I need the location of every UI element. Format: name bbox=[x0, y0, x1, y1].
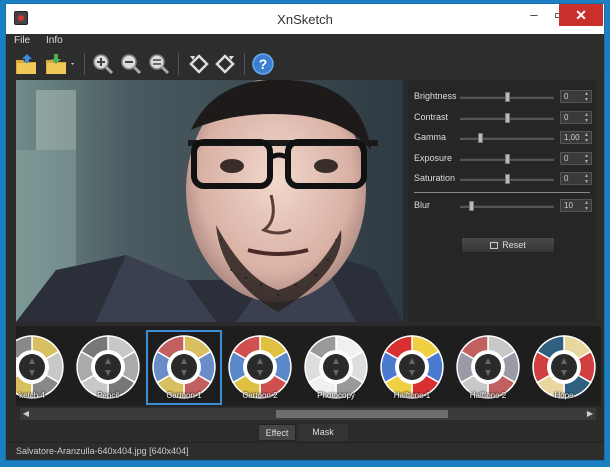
zoom-out-icon[interactable] bbox=[146, 52, 172, 76]
close-button[interactable]: ✕ bbox=[559, 4, 603, 26]
effect-label: Halftone 1 bbox=[393, 391, 431, 400]
save-icon[interactable] bbox=[44, 52, 74, 76]
effect-label: Pencil bbox=[97, 391, 119, 400]
effect-thumbnail[interactable]: Halftone 1 bbox=[376, 332, 448, 403]
rotate-left-icon[interactable] bbox=[186, 52, 212, 76]
gamma-slider[interactable]: Gamma 1,00 bbox=[414, 131, 592, 145]
contrast-value[interactable]: 0 bbox=[560, 111, 592, 124]
help-icon[interactable]: ? bbox=[250, 52, 276, 76]
exposure-label: Exposure bbox=[414, 153, 453, 163]
window-title: XnSketch bbox=[277, 12, 333, 27]
brightness-label: Brightness bbox=[414, 91, 457, 101]
effect-thumbnail[interactable]: Hope bbox=[528, 332, 600, 403]
contrast-label: Contrast bbox=[414, 112, 449, 122]
tab-effect[interactable]: Effect bbox=[258, 424, 296, 441]
rotate-right-icon[interactable] bbox=[212, 52, 238, 76]
zoom-fit-icon[interactable] bbox=[118, 52, 144, 76]
reset-icon bbox=[490, 242, 499, 249]
scrollbar-thumb[interactable] bbox=[276, 410, 448, 418]
minimize-button[interactable]: – bbox=[521, 4, 547, 26]
status-filename: Salvatore-Aranzulla-640x404.jpg [640x404… bbox=[16, 446, 189, 456]
effects-scrollbar[interactable]: ◀ ▶ bbox=[20, 408, 596, 420]
exposure-slider[interactable]: Exposure 0 bbox=[414, 152, 592, 166]
open-icon[interactable] bbox=[14, 52, 40, 76]
contrast-thumb[interactable] bbox=[504, 113, 510, 123]
zoom-in-icon[interactable] bbox=[90, 52, 116, 76]
effect-label: Hope bbox=[554, 391, 574, 400]
toolbar-separator bbox=[244, 53, 245, 75]
gamma-label: Gamma bbox=[414, 132, 447, 142]
image-preview[interactable] bbox=[16, 80, 403, 322]
tab-mask[interactable]: Mask bbox=[298, 424, 348, 441]
reset-label: Reset bbox=[502, 240, 526, 250]
reset-button[interactable]: Reset bbox=[461, 237, 555, 253]
effect-label: Cartoon 2 bbox=[242, 391, 278, 400]
effect-thumbnail[interactable]: Cartoon 2 bbox=[224, 332, 296, 403]
effect-thumbnail[interactable]: Cartoon 1 bbox=[146, 330, 222, 405]
saturation-slider[interactable]: Saturation 0 bbox=[414, 172, 592, 186]
blur-label: Blur bbox=[414, 200, 431, 210]
blur-slider[interactable]: Blur 10 bbox=[414, 199, 592, 213]
effect-label: ketch 4 bbox=[19, 391, 45, 400]
blur-thumb[interactable] bbox=[468, 201, 474, 211]
scroll-right-icon[interactable]: ▶ bbox=[584, 408, 596, 420]
menu-file[interactable]: File bbox=[14, 35, 30, 46]
gamma-track[interactable] bbox=[460, 137, 554, 140]
tab-bar: Effect Mask bbox=[6, 424, 604, 442]
menu-bar: File Info bbox=[6, 34, 604, 49]
blur-value[interactable]: 10 bbox=[560, 199, 592, 212]
panel-divider bbox=[414, 192, 590, 193]
svg-text:?: ? bbox=[259, 56, 268, 72]
brightness-slider[interactable]: Brightness 0 bbox=[414, 90, 592, 104]
contrast-slider[interactable]: Contrast 0 bbox=[414, 111, 592, 125]
toolbar: ? bbox=[6, 49, 604, 79]
effect-thumbnail[interactable]: Photocopy bbox=[300, 332, 372, 403]
effect-thumbnail[interactable]: ketch 4 bbox=[16, 332, 68, 403]
gamma-value[interactable]: 1,00 bbox=[560, 131, 592, 144]
app-window: XnSketch – ▭ ✕ File Info bbox=[5, 3, 605, 461]
effect-label: Photocopy bbox=[317, 391, 355, 400]
brightness-thumb[interactable] bbox=[504, 92, 510, 102]
status-bar: Salvatore-Aranzulla-640x404.jpg [640x404… bbox=[6, 442, 604, 460]
brightness-value[interactable]: 0 bbox=[560, 90, 592, 103]
saturation-thumb[interactable] bbox=[504, 174, 510, 184]
effect-label: Cartoon 1 bbox=[166, 391, 202, 400]
toolbar-separator bbox=[178, 53, 179, 75]
exposure-value[interactable]: 0 bbox=[560, 152, 592, 165]
adjustments-panel: Brightness 0 Contrast 0 Gamma 1,00 Expos… bbox=[408, 80, 596, 322]
title-bar: XnSketch – ▭ ✕ bbox=[6, 4, 604, 34]
exposure-thumb[interactable] bbox=[504, 154, 510, 164]
gamma-thumb[interactable] bbox=[477, 133, 483, 143]
menu-info[interactable]: Info bbox=[46, 35, 63, 46]
effect-label: Halftone 2 bbox=[469, 391, 507, 400]
scroll-left-icon[interactable]: ◀ bbox=[20, 408, 32, 420]
saturation-label: Saturation bbox=[414, 173, 456, 183]
effect-thumbnail[interactable]: Pencil bbox=[72, 332, 144, 403]
effects-strip: ketch 4 Pencil Cartoon 1 Cartoon 2 Photo… bbox=[16, 326, 601, 406]
effect-thumbnail[interactable]: Halftone 2 bbox=[452, 332, 524, 403]
toolbar-separator bbox=[84, 53, 85, 75]
blur-track[interactable] bbox=[460, 205, 554, 208]
saturation-value[interactable]: 0 bbox=[560, 172, 592, 185]
